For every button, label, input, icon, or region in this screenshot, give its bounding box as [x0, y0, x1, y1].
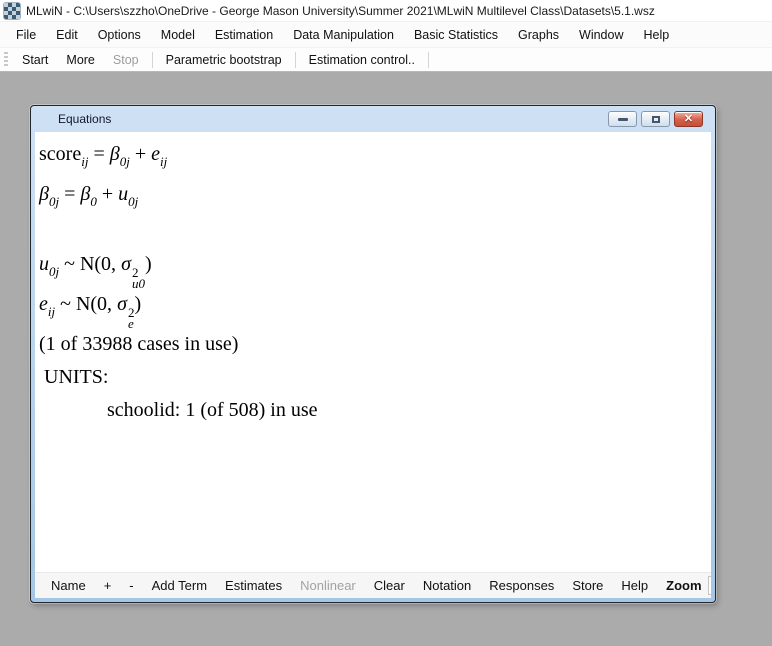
footer-button-minus[interactable]: -: [121, 576, 141, 595]
equation-dist-e: eij ~ N(0, σ2e): [39, 288, 707, 328]
footer-button-nonlinear: Nonlinear: [292, 576, 364, 595]
zoom-combobox[interactable]: 100: [708, 576, 711, 595]
footer-button-add-term[interactable]: Add Term: [144, 576, 215, 595]
main-titlebar: MLwiN - C:\Users\szzho\OneDrive - George…: [0, 0, 772, 22]
minimize-icon: [618, 118, 628, 121]
restore-icon: [652, 116, 660, 123]
menu-item-data-manipulation[interactable]: Data Manipulation: [283, 24, 404, 46]
equation-model-level1: scoreij = β0j + eij: [39, 138, 707, 178]
equations-window-controls: ✕: [608, 111, 703, 127]
menu-item-basic-statistics[interactable]: Basic Statistics: [404, 24, 508, 46]
toolbar-button-estimation-control[interactable]: Estimation control..: [300, 50, 424, 70]
restore-button[interactable]: [641, 111, 670, 127]
footer-button-name[interactable]: Name: [43, 576, 94, 595]
minimize-button[interactable]: [608, 111, 637, 127]
zoom-label: Zoom: [658, 576, 705, 595]
toolbar-button-start[interactable]: Start: [13, 50, 57, 70]
cases-in-use-line: (1 of 33988 cases in use): [39, 328, 707, 361]
menu-item-options[interactable]: Options: [88, 24, 151, 46]
footer-button-store[interactable]: Store: [564, 576, 611, 595]
footer-button-help[interactable]: Help: [613, 576, 656, 595]
mlwin-app-icon: [4, 3, 20, 19]
close-icon: ✕: [684, 114, 693, 125]
equations-body: scoreij = β0j + eijβ0j = β0 + u0j u0j ~ N…: [35, 132, 711, 598]
close-button[interactable]: ✕: [674, 111, 703, 127]
main-window-title: MLwiN - C:\Users\szzho\OneDrive - George…: [26, 4, 655, 18]
footer-button-plus[interactable]: +: [96, 576, 120, 595]
menu-item-file[interactable]: File: [6, 24, 46, 46]
menu-item-help[interactable]: Help: [634, 24, 680, 46]
toolbar-button-parametric-bootstrap[interactable]: Parametric bootstrap: [157, 50, 291, 70]
menu-item-model[interactable]: Model: [151, 24, 205, 46]
footer-button-estimates[interactable]: Estimates: [217, 576, 290, 595]
toolbar-separator: [152, 52, 153, 68]
equation-spacer: [39, 218, 707, 248]
menu-item-edit[interactable]: Edit: [46, 24, 88, 46]
estimation-toolbar: StartMoreStop Parametric bootstrap Estimat…: [0, 48, 772, 72]
toolbar-button-stop: Stop: [104, 50, 148, 70]
equations-window-title: Equations: [58, 112, 111, 126]
footer-button-responses[interactable]: Responses: [481, 576, 562, 595]
footer-button-notation[interactable]: Notation: [415, 576, 479, 595]
menu-bar: FileEditOptionsModelEstimationData Manip…: [0, 22, 772, 48]
mdi-client-area: Equations ✕ scoreij = β0j + eijβ0j = β0 …: [0, 72, 772, 646]
sigma-sup-sub: 2u0: [132, 266, 145, 288]
equation-area: scoreij = β0j + eijβ0j = β0 + u0j u0j ~ N…: [35, 132, 711, 572]
menu-item-graphs[interactable]: Graphs: [508, 24, 569, 46]
equations-window: Equations ✕ scoreij = β0j + eijβ0j = β0 …: [30, 105, 716, 603]
equation-model-level2: β0j = β0 + u0j: [39, 178, 707, 218]
footer-buttons: Name+-Add TermEstimatesNonlinearClearNot…: [43, 576, 656, 595]
units-detail: schoolid: 1 (of 508) in use: [39, 394, 707, 427]
toolbar-separator: [295, 52, 296, 68]
toolbar-button-more[interactable]: More: [57, 50, 103, 70]
equation-dist-u: u0j ~ N(0, σ2u0): [39, 248, 707, 288]
menu-item-window[interactable]: Window: [569, 24, 633, 46]
toolbar-grip-handle[interactable]: [4, 52, 8, 68]
menu-item-estimation[interactable]: Estimation: [205, 24, 283, 46]
toolbar-items: StartMoreStop Parametric bootstrap Estimat…: [13, 50, 433, 70]
equations-footer-toolbar: Name+-Add TermEstimatesNonlinearClearNot…: [35, 572, 711, 598]
footer-button-clear[interactable]: Clear: [366, 576, 413, 595]
units-heading: UNITS:: [39, 361, 707, 394]
toolbar-separator: [428, 52, 429, 68]
equations-titlebar[interactable]: Equations ✕: [31, 106, 715, 132]
